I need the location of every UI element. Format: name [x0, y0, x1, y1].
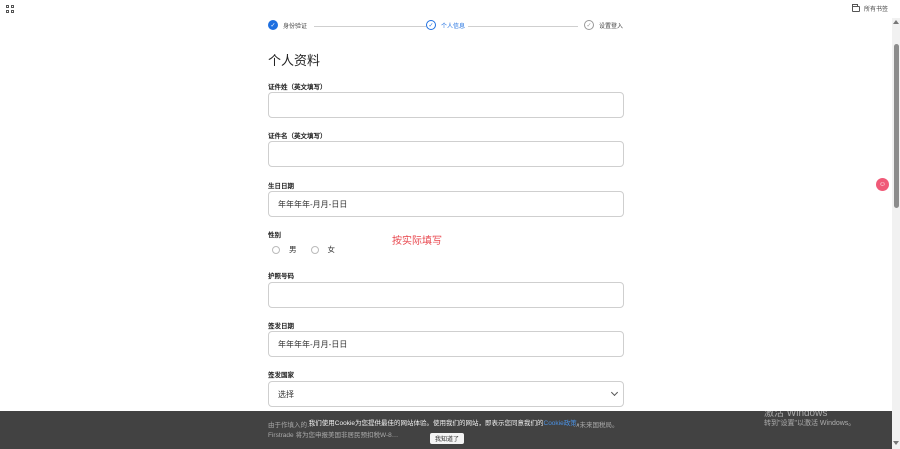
issue-date-input[interactable]: 年年年年-月月-日日	[268, 331, 624, 357]
issue-country-value: 选择	[278, 389, 294, 399]
step-identity-verification: ✓ 身份验证	[268, 20, 307, 30]
progress-steps: ✓ 身份验证 ✓ 个人信息 ✓ 设置登入	[268, 20, 624, 34]
windows-activation-hint: 转到"设置"以激活 Windows。	[764, 420, 856, 427]
cookie-message: 我们使用Cookie为您提供最佳的网站体验。使用我们的网站，即表示您同意我们的C…	[0, 417, 892, 427]
chat-icon[interactable]: ☺	[876, 178, 889, 191]
gender-female-radio[interactable]	[310, 245, 319, 254]
step-label: 设置登入	[599, 23, 624, 30]
given-name-input[interactable]	[268, 141, 624, 167]
cookie-text-before: 我们使用Cookie为您提供最佳的网站体验。使用我们的网站，即表示您同意我们的	[308, 420, 544, 427]
bookmarks-label: 所有书签	[863, 7, 888, 13]
step-label: 身份验证	[283, 23, 308, 30]
cookie-policy-link[interactable]: Cookie政策	[544, 420, 577, 427]
birthdate-label: 生日日期	[268, 183, 294, 190]
all-bookmarks-button[interactable]: 所有书签	[851, 3, 888, 13]
check-icon: ✓	[584, 20, 594, 30]
gender-male-radio[interactable]	[272, 245, 280, 254]
windows-activation-watermark: 激活 Windows	[764, 408, 828, 419]
cookie-text-after: 。	[576, 420, 584, 427]
browser-bookmark-bar: 所有书签	[0, 0, 900, 18]
passport-label: 护照号码	[268, 273, 294, 280]
page-title: 个人资料	[268, 53, 321, 68]
birthdate-input[interactable]: 年年年年-月月-日日	[268, 191, 624, 217]
scrollbar-thumb[interactable]	[894, 44, 899, 208]
given-name-label: 证件名（英文填写）	[268, 133, 327, 140]
cookie-accept-button[interactable]: 我知道了	[430, 433, 464, 444]
gender-label: 性别	[268, 232, 281, 239]
gender-radio-group: 男 女	[272, 244, 349, 255]
surname-label: 证件姓（英文填写）	[268, 84, 327, 91]
gender-male-label[interactable]: 男	[289, 244, 297, 255]
step-label: 个人信息	[441, 23, 466, 30]
step-connector	[314, 26, 426, 27]
step-login-setup: ✓ 设置登入	[584, 20, 623, 30]
step-personal-info: ✓ 个人信息	[426, 20, 465, 30]
surname-input[interactable]	[268, 92, 624, 118]
check-icon: ✓	[268, 20, 278, 30]
scroll-down-arrow-icon[interactable]	[893, 441, 899, 445]
scroll-up-arrow-icon[interactable]	[893, 20, 899, 24]
passport-input[interactable]	[268, 282, 624, 308]
cookie-banner: 由于作填入的… …未来国税局。 Firstrade 将为您申报美国非居民预扣税W…	[0, 411, 892, 449]
issue-country-select[interactable]: 选择	[268, 381, 624, 407]
issue-date-label: 签发日期	[268, 323, 294, 330]
apps-grid-icon[interactable]	[6, 5, 14, 13]
gender-female-label[interactable]: 女	[328, 244, 336, 255]
check-icon: ✓	[426, 20, 436, 30]
folder-icon	[851, 3, 860, 12]
issue-country-label: 签发国家	[268, 372, 294, 379]
chevron-down-icon	[610, 388, 619, 397]
obscured-text-line: Firstrade 将为您申报美国非居民预扣税W-8…	[268, 432, 399, 439]
fill-note-annotation: 按实际填写	[392, 236, 442, 247]
step-connector	[468, 26, 578, 27]
